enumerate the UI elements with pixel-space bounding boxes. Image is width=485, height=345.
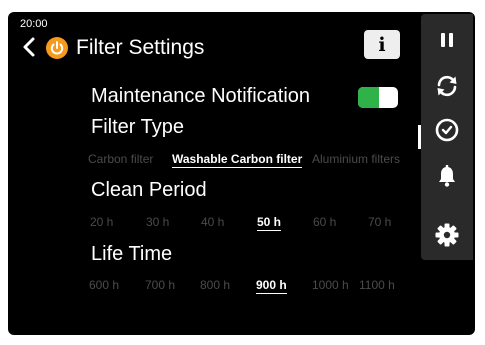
life-option-700h[interactable]: 700 h <box>145 278 175 292</box>
life-option-1000h[interactable]: 1000 h <box>312 278 349 292</box>
timer-icon <box>435 118 459 142</box>
status-time: 20:00 <box>20 18 48 30</box>
life-option-1100h[interactable]: 1100 h <box>359 278 395 292</box>
clean-option-40h[interactable]: 40 h <box>201 215 224 229</box>
clean-option-50h[interactable]: 50 h <box>257 215 282 231</box>
settings-button[interactable] <box>421 215 473 255</box>
clean-option-30h[interactable]: 30 h <box>146 215 169 229</box>
side-control-panel <box>421 14 473 260</box>
screen: 20:00 Filter Settings i Maintenance Noti… <box>8 12 475 335</box>
maintenance-notification-toggle[interactable] <box>358 87 398 108</box>
power-logo-icon <box>46 37 68 59</box>
life-option-900h[interactable]: 900 h <box>256 278 287 294</box>
gear-icon <box>435 223 459 247</box>
bell-icon <box>439 165 455 187</box>
pause-icon <box>441 33 453 47</box>
clean-option-70h[interactable]: 70 h <box>368 215 391 229</box>
filter-option-carbon[interactable]: Carbon filter <box>88 152 153 166</box>
back-chevron-icon[interactable] <box>22 36 36 58</box>
filter-option-washable-carbon[interactable]: Washable Carbon filter <box>172 152 303 168</box>
timer-button[interactable] <box>421 110 473 150</box>
page-title: Filter Settings <box>76 36 205 59</box>
maintenance-notification-label: Maintenance Notification <box>91 85 311 107</box>
panel-collapse-handle-icon[interactable] <box>474 231 475 263</box>
clean-period-label: Clean Period <box>91 179 207 201</box>
life-time-label: Life Time <box>91 243 173 265</box>
life-option-800h[interactable]: 800 h <box>200 278 230 292</box>
toggle-on-indicator <box>358 87 379 108</box>
life-option-600h[interactable]: 600 h <box>89 278 119 292</box>
info-button[interactable]: i <box>364 30 400 59</box>
filter-option-aluminium[interactable]: Aluminium filters <box>312 152 400 166</box>
clean-option-20h[interactable]: 20 h <box>90 215 113 229</box>
info-icon: i <box>378 33 386 56</box>
refresh-icon <box>437 75 457 97</box>
clean-option-60h[interactable]: 60 h <box>313 215 336 229</box>
filter-type-label: Filter Type <box>91 116 184 138</box>
bell-button[interactable] <box>421 156 473 196</box>
refresh-button[interactable] <box>421 66 473 106</box>
pause-button[interactable] <box>421 20 473 60</box>
